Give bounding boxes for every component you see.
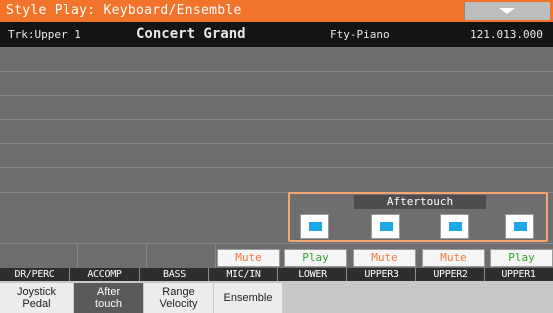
channel-name: UPPER1 (501, 269, 536, 280)
led-indicator (380, 222, 393, 231)
mic-in-mute-button[interactable]: Mute (217, 249, 280, 267)
grid-line (0, 95, 553, 96)
grid-line (0, 143, 553, 144)
tab-joystick-pedal[interactable]: Joystick Pedal (0, 283, 74, 313)
channel-name: UPPER2 (433, 269, 468, 280)
program-number: 121.013.000 (470, 28, 543, 41)
channel-name: ACCOMP (87, 269, 122, 280)
led-indicator (514, 222, 527, 231)
channel-name: LOWER (298, 269, 327, 280)
upper2-mute-button[interactable]: Mute (422, 249, 485, 267)
tab-aftertouch[interactable]: After touch (74, 283, 144, 313)
aftertouch-toggle-lower[interactable] (300, 214, 329, 239)
tab-label: After (96, 286, 121, 298)
upper3-mute-button[interactable]: Mute (353, 249, 416, 267)
track-label: Trk:Upper 1 (8, 28, 81, 41)
channel-name: UPPER3 (364, 269, 399, 280)
tab-label: Range (162, 286, 195, 298)
tab-range-velocity[interactable]: Range Velocity (144, 283, 214, 313)
tab-label: touch (95, 298, 122, 310)
channel-name: DR/PERC (14, 269, 55, 280)
tab-label: Velocity (159, 298, 198, 310)
tab-ensemble[interactable]: Ensemble (214, 283, 283, 313)
lower-play-button[interactable]: Play (284, 249, 347, 267)
style-play-screen: Style Play: Keyboard/Ensemble Trk:Upper … (0, 0, 553, 313)
led-indicator (309, 222, 322, 231)
page-title: Style Play: Keyboard/Ensemble (6, 3, 242, 18)
title-bar: Style Play: Keyboard/Ensemble (0, 0, 553, 22)
sound-bank: Fty-Piano (330, 28, 390, 41)
tab-label: Ensemble (223, 292, 273, 304)
column-divider (146, 244, 147, 268)
aftertouch-toggle-upper1[interactable] (505, 214, 534, 239)
aftertouch-label: Aftertouch (354, 195, 486, 209)
grid-line (0, 167, 553, 168)
led-indicator (449, 222, 462, 231)
sound-info-bar[interactable]: Trk:Upper 1 Concert Grand Fty-Piano 121.… (0, 22, 553, 47)
channel-name: MIC/IN (226, 269, 261, 280)
aftertouch-toggle-upper3[interactable] (371, 214, 400, 239)
grid-line (0, 71, 553, 72)
channel-name: BASS (163, 269, 186, 280)
upper1-play-button[interactable]: Play (490, 249, 553, 267)
tab-label: Joystick (16, 286, 57, 298)
grid-line (0, 119, 553, 120)
column-divider (215, 244, 216, 268)
chevron-down-icon (499, 8, 515, 14)
sound-name[interactable]: Concert Grand (136, 26, 246, 42)
column-divider (77, 244, 78, 268)
grid-line (0, 243, 553, 244)
page-menu-button[interactable] (464, 2, 550, 20)
aftertouch-toggle-upper2[interactable] (440, 214, 469, 239)
tab-label: Pedal (22, 298, 51, 310)
